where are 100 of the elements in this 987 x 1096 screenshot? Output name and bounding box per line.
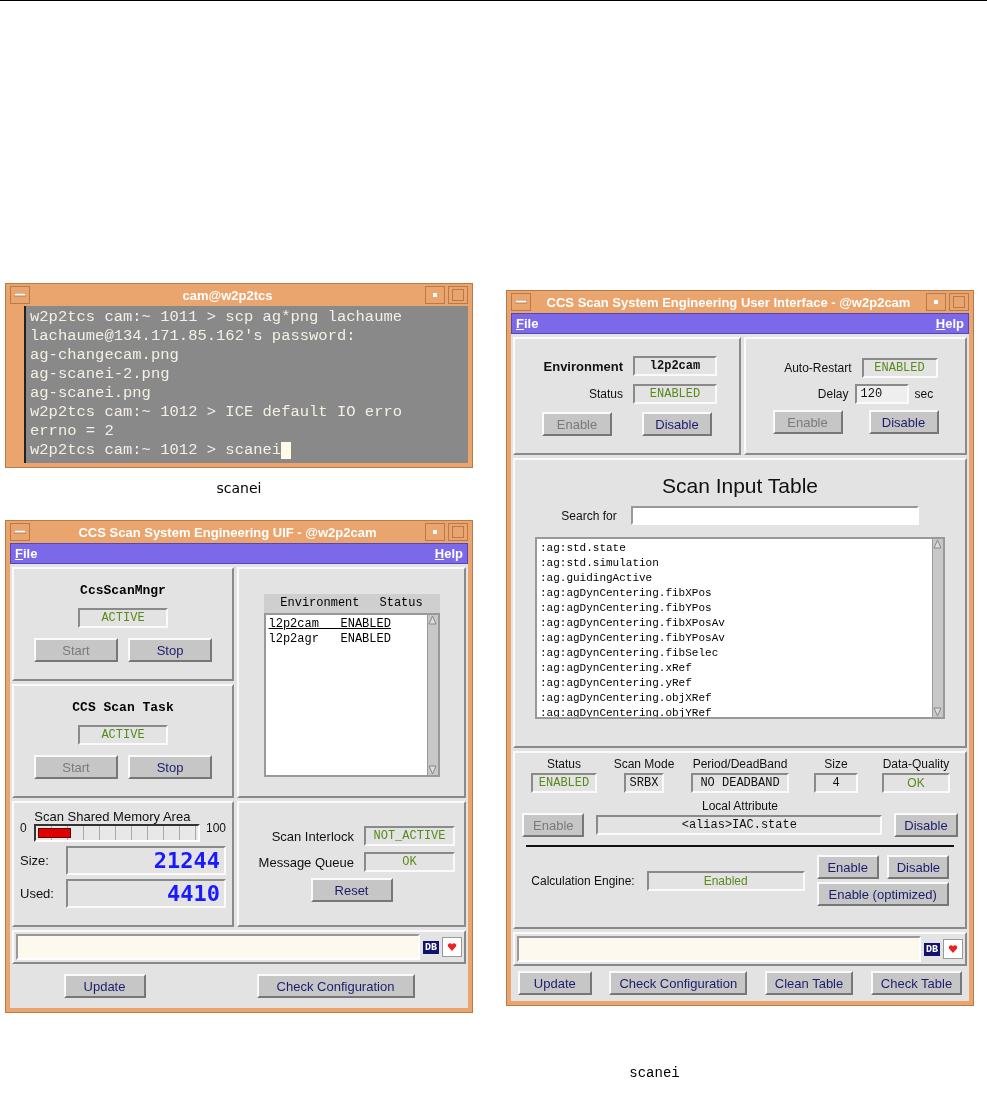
environment-row[interactable]: l2p2cam ENABLED — [268, 617, 424, 632]
scrollbar[interactable] — [932, 539, 943, 717]
size-label: Size: — [20, 853, 49, 868]
window-menu-button[interactable] — [10, 523, 30, 541]
scrollbar[interactable] — [426, 615, 438, 775]
terminal-line: ag-changecam.png — [30, 346, 180, 365]
column-value: SRBX — [623, 773, 665, 793]
action-button[interactable]: Clean Table — [764, 971, 854, 995]
delay-label: Delay — [817, 387, 849, 401]
used-value: 4410 — [66, 879, 226, 908]
db-badge[interactable]: DB — [423, 940, 439, 954]
terminal-line: w2p2tcs cam:~ 1011 > scp ag*png lachaume — [30, 308, 404, 327]
menu-item[interactable]: File — [516, 316, 539, 331]
column-value: 4 — [814, 773, 858, 793]
terminal-line: w2p2tcs cam:~ 1012 > ICE default IO erro — [30, 403, 404, 422]
unit-label: sec — [914, 387, 934, 401]
column-value: ENABLED — [531, 773, 597, 793]
column-label: Scan Mode — [613, 757, 675, 771]
action-button[interactable]: Stop — [128, 755, 212, 779]
terminal-line: errno = 2 — [30, 422, 115, 441]
list-item[interactable]: :ag:agDynCentering.fibYPos — [540, 601, 929, 616]
menu-item[interactable]: Help — [935, 316, 964, 331]
list-item[interactable]: :ag:agDynCentering.xRef — [540, 661, 929, 676]
action-button[interactable]: Disable — [642, 412, 712, 436]
list-item[interactable]: :ag:agDynCentering.objXRef — [540, 691, 929, 706]
window-menu-button[interactable] — [10, 286, 30, 304]
gauge-title: Scan Shared Memory Area — [34, 809, 192, 824]
task-name: CcsScanMngr — [80, 583, 166, 598]
environment-value: l2p2cam — [633, 356, 717, 376]
environment-row[interactable]: l2p2agr ENABLED — [268, 632, 424, 647]
action-button[interactable]: Stop — [128, 638, 212, 662]
window-title: CCS Scan System Engineering UIF - @w2p2cam — [77, 524, 378, 540]
search-field[interactable] — [630, 506, 919, 525]
delay-field[interactable]: 120 — [854, 384, 909, 404]
action-button[interactable]: Disable — [886, 855, 949, 879]
gauge-min: 0 — [20, 821, 27, 835]
text-cursor — [281, 442, 292, 459]
menu-item[interactable]: Help — [434, 546, 463, 561]
environment-label: Environment — [542, 358, 623, 374]
minimize-button[interactable] — [425, 523, 445, 541]
message-field[interactable] — [517, 936, 921, 962]
minimize-button[interactable] — [425, 286, 445, 304]
size-value: 21244 — [66, 846, 226, 875]
list-item[interactable]: :ag:std.state — [540, 541, 929, 556]
action-button[interactable]: Enable (optimized) — [816, 882, 949, 906]
action-button[interactable]: Update — [517, 971, 592, 995]
down-arrow-icon[interactable] — [933, 707, 942, 717]
maximize-button[interactable] — [448, 523, 468, 541]
action-button[interactable]: Disable — [868, 410, 939, 434]
minus-icon — [515, 300, 527, 304]
list-item[interactable]: :ag:agDynCentering.yRef — [540, 676, 929, 691]
list-item[interactable]: :ag:agDynCentering.fibSelec — [540, 646, 929, 661]
list-item[interactable]: :ag.guidingActive — [540, 571, 929, 586]
list-item[interactable]: :ag:agDynCentering.fibXPos — [540, 586, 929, 601]
figure-caption: scanei — [628, 1065, 681, 1081]
menu-item[interactable]: File — [15, 546, 38, 561]
terminal-line: ag-scanei.png — [30, 384, 152, 403]
action-button[interactable]: Enable — [816, 855, 879, 879]
action-button[interactable]: Disable — [894, 813, 958, 837]
engine-value: Enabled — [646, 870, 805, 891]
message-field[interactable] — [16, 934, 420, 960]
action-button[interactable]: Check Configuration — [609, 971, 748, 995]
field-value: OK — [364, 852, 455, 872]
caption: scanei — [215, 479, 263, 498]
column-header: Environment — [280, 596, 360, 611]
up-arrow-icon[interactable] — [933, 539, 942, 549]
maximize-button[interactable] — [448, 286, 468, 304]
task-status: ACTIVE — [78, 608, 168, 628]
local-attribute-label: Local Attribute — [701, 799, 779, 813]
field-value: NOT_ACTIVE — [364, 826, 455, 846]
window-menu-button[interactable] — [511, 293, 531, 311]
minimize-button[interactable] — [926, 293, 946, 311]
terminal-line: w2p2tcs cam:~ 1012 > scanei — [30, 441, 464, 460]
list-item[interactable]: :ag:agDynCentering.fibYPosAv — [540, 631, 929, 646]
table-title: Scan Input Table — [661, 474, 819, 498]
db-badge[interactable]: DB — [924, 942, 940, 956]
down-arrow-icon[interactable] — [427, 765, 437, 775]
list-item[interactable]: :ag:agDynCentering.fibXPosAv — [540, 616, 929, 631]
column-label: Size — [824, 757, 848, 771]
action-button[interactable]: Check Configuration — [256, 974, 415, 998]
maximize-button[interactable] — [949, 293, 969, 311]
gauge-max: 100 — [205, 821, 226, 835]
terminal-line: lachaume@134.171.85.162's password: — [30, 327, 357, 346]
restart-label: Auto-Restart — [783, 361, 852, 375]
terminal-line: ag-scanei-2.png — [30, 365, 171, 384]
task-name: CCS Scan Task — [72, 700, 174, 715]
minus-icon — [14, 530, 26, 534]
list-item[interactable]: :ag:std.simulation — [540, 556, 929, 571]
up-arrow-icon[interactable] — [427, 615, 437, 625]
reset-button[interactable]: Reset — [310, 878, 393, 902]
used-label: Used: — [20, 886, 54, 901]
window-title: CCS Scan System Engineering User Interface - @w2p2cam — [545, 294, 912, 310]
engine-label: Calculation Engine: — [531, 873, 635, 888]
column-label: Period/DeadBand — [692, 757, 788, 771]
column-value: OK — [882, 773, 950, 793]
restart-value: ENABLED — [861, 358, 938, 378]
action-button[interactable]: Check Table — [870, 971, 963, 995]
column-header: Status — [379, 596, 423, 611]
action-button[interactable]: Update — [63, 974, 146, 998]
field-label: Message Queue — [257, 854, 354, 870]
